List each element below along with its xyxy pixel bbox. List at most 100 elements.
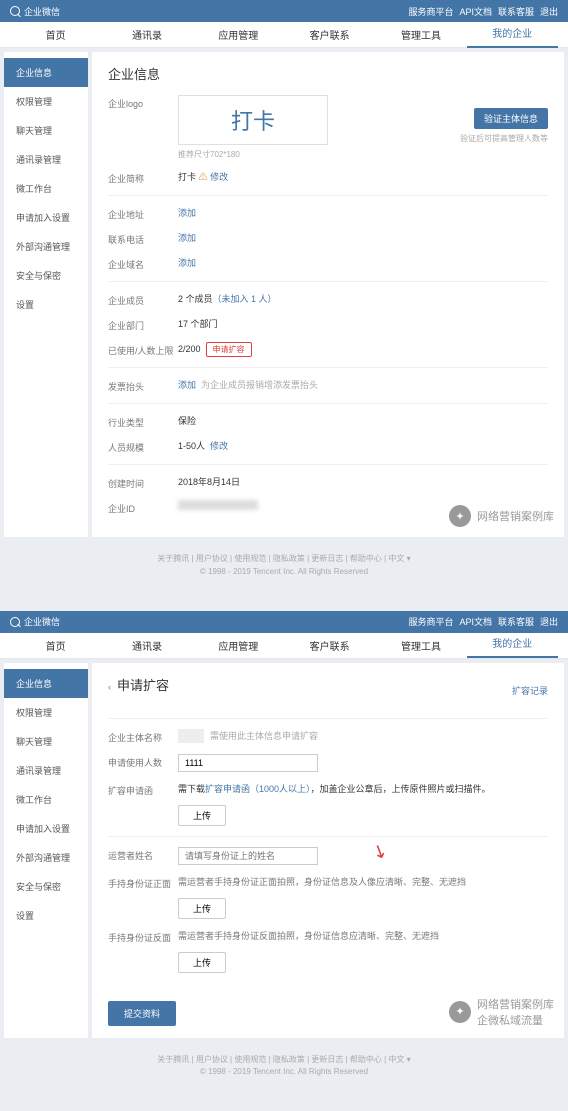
subject-blur xyxy=(178,729,204,743)
wechat-icon: ✦ xyxy=(449,1001,471,1023)
back-icon[interactable]: ‹ xyxy=(108,682,111,692)
logo-preview[interactable]: 打卡 xyxy=(178,95,328,145)
sidebar-settings[interactable]: 设置 xyxy=(4,290,88,319)
footer-links[interactable]: 关于腾讯 | 用户协议 | 使用规范 | 隐私政策 | 更新日志 | 帮助中心 … xyxy=(0,1054,568,1067)
sidebar-contacts-mgmt[interactable]: 通讯录管理 xyxy=(4,756,88,785)
verify-hint: 验证后可提高管理人数等 xyxy=(460,133,548,144)
upload-idback-button[interactable]: 上传 xyxy=(178,952,226,973)
phone-label: 联系电话 xyxy=(108,231,178,246)
upload-letter-button[interactable]: 上传 xyxy=(178,805,226,826)
sidebar-permissions[interactable]: 权限管理 xyxy=(4,698,88,727)
content: 企业信息 验证主体信息 验证后可提高管理人数等 企业logo 打卡 推荐尺寸70… xyxy=(92,52,564,537)
nav-customers[interactable]: 客户联系 xyxy=(284,27,375,42)
brand-icon xyxy=(10,617,20,627)
addr-label: 企业地址 xyxy=(108,206,178,221)
sidebar-company-info[interactable]: 企业信息 xyxy=(4,669,88,698)
sidebar-join[interactable]: 申请加入设置 xyxy=(4,203,88,232)
abbr-label: 企业简称 xyxy=(108,170,178,185)
nav-apps[interactable]: 应用管理 xyxy=(193,27,284,42)
top-link-contact[interactable]: 联系客服 xyxy=(498,615,534,628)
brand-text: 企业微信 xyxy=(24,5,60,18)
letter-post: ，加盖企业公章后，上传原件照片或扫描件。 xyxy=(311,784,491,794)
top-link-sp[interactable]: 服务商平台 xyxy=(408,5,453,18)
nav-contacts[interactable]: 通讯录 xyxy=(101,27,192,42)
industry-value: 保险 xyxy=(178,414,548,427)
wechat-icon: ✦ xyxy=(449,505,471,527)
scale-label: 人员规模 xyxy=(108,439,178,454)
sidebar-join[interactable]: 申请加入设置 xyxy=(4,814,88,843)
sidebar-company-info[interactable]: 企业信息 xyxy=(4,58,88,87)
limit-value: 2/200 xyxy=(178,344,201,354)
depts-label: 企业部门 xyxy=(108,317,178,332)
brand-text: 企业微信 xyxy=(24,615,60,628)
nav-customers[interactable]: 客户联系 xyxy=(284,638,375,653)
addr-add[interactable]: 添加 xyxy=(178,206,548,219)
watermark-2: ✦网络营销案例库企微私域流量 xyxy=(449,996,554,1028)
members-label: 企业成员 xyxy=(108,292,178,307)
operator-label: 运营者姓名 xyxy=(108,847,178,862)
sidebar-chat[interactable]: 聊天管理 xyxy=(4,116,88,145)
sidebar-security[interactable]: 安全与保密 xyxy=(4,261,88,290)
subject-hint: 需使用此主体信息申请扩容 xyxy=(210,731,318,741)
top-link-api[interactable]: API文档 xyxy=(459,615,492,628)
upload-idfront-button[interactable]: 上传 xyxy=(178,898,226,919)
logo-hint: 推荐尺寸702*180 xyxy=(178,149,328,160)
count-input[interactable] xyxy=(178,754,318,772)
watermark: ✦网络营销案例库 xyxy=(449,505,554,527)
main-nav-2: 首页 通讯录 应用管理 客户联系 管理工具 我的企业 xyxy=(0,633,568,659)
letter-link[interactable]: 扩容申请函（1000人以上） xyxy=(205,784,311,794)
records-link[interactable]: 扩容记录 xyxy=(512,684,548,697)
footer-copyright: © 1998 - 2019 Tencent Inc. All Rights Re… xyxy=(0,1066,568,1079)
sidebar-chat[interactable]: 聊天管理 xyxy=(4,727,88,756)
members-join[interactable]: （未加入 1 人） xyxy=(213,294,277,304)
top-link-sp[interactable]: 服务商平台 xyxy=(408,615,453,628)
scale-value: 1-50人 xyxy=(178,441,205,451)
content-2: ‹申请扩容 扩容记录 企业主体名称需使用此主体信息申请扩容 申请使用人数 扩容申… xyxy=(92,663,564,1038)
expand-button[interactable]: 申请扩容 xyxy=(206,342,252,357)
brand-icon xyxy=(10,6,20,16)
nav-home[interactable]: 首页 xyxy=(10,638,101,653)
invoice-add[interactable]: 添加 xyxy=(178,380,196,390)
abbr-change[interactable]: 修改 xyxy=(210,172,228,182)
top-link-contact[interactable]: 联系客服 xyxy=(498,5,534,18)
letter-pre: 需下载 xyxy=(178,784,205,794)
phone-add[interactable]: 添加 xyxy=(178,231,548,244)
top-link-api[interactable]: API文档 xyxy=(459,5,492,18)
top-link-logout[interactable]: 退出 xyxy=(540,5,558,18)
count-label: 申请使用人数 xyxy=(108,754,178,769)
depts-value: 17 个部门 xyxy=(178,317,548,330)
sidebar-settings[interactable]: 设置 xyxy=(4,901,88,930)
top-bar-2: 企业微信 服务商平台 API文档 联系客服 退出 xyxy=(0,611,568,633)
nav-company[interactable]: 我的企业 xyxy=(467,632,558,658)
main-nav: 首页 通讯录 应用管理 客户联系 管理工具 我的企业 xyxy=(0,22,568,48)
sidebar-contacts-mgmt[interactable]: 通讯录管理 xyxy=(4,145,88,174)
footer-links[interactable]: 关于腾讯 | 用户协议 | 使用规范 | 隐私政策 | 更新日志 | 帮助中心 … xyxy=(0,553,568,566)
sidebar-security[interactable]: 安全与保密 xyxy=(4,872,88,901)
verify-button[interactable]: 验证主体信息 xyxy=(474,108,548,129)
sidebar-external[interactable]: 外部沟通管理 xyxy=(4,843,88,872)
nav-tools[interactable]: 管理工具 xyxy=(375,27,466,42)
sidebar-permissions[interactable]: 权限管理 xyxy=(4,87,88,116)
nav-tools[interactable]: 管理工具 xyxy=(375,638,466,653)
sidebar-external[interactable]: 外部沟通管理 xyxy=(4,232,88,261)
members-value: 2 个成员 xyxy=(178,294,213,304)
created-value: 2018年8月14日 xyxy=(178,475,548,488)
domain-add[interactable]: 添加 xyxy=(178,256,548,269)
top-link-logout[interactable]: 退出 xyxy=(540,615,558,628)
footer: 关于腾讯 | 用户协议 | 使用规范 | 隐私政策 | 更新日志 | 帮助中心 … xyxy=(0,541,568,591)
scale-change[interactable]: 修改 xyxy=(210,441,228,451)
nav-company[interactable]: 我的企业 xyxy=(467,22,558,48)
sidebar-2: 企业信息 权限管理 聊天管理 通讯录管理 微工作台 申请加入设置 外部沟通管理 … xyxy=(4,663,88,1038)
nav-contacts[interactable]: 通讯录 xyxy=(101,638,192,653)
footer-copyright: © 1998 - 2019 Tencent Inc. All Rights Re… xyxy=(0,566,568,579)
sidebar-workbench[interactable]: 微工作台 xyxy=(4,174,88,203)
sidebar: 企业信息 权限管理 聊天管理 通讯录管理 微工作台 申请加入设置 外部沟通管理 … xyxy=(4,52,88,537)
submit-button[interactable]: 提交资料 xyxy=(108,1001,176,1026)
nav-apps[interactable]: 应用管理 xyxy=(193,638,284,653)
nav-home[interactable]: 首页 xyxy=(10,27,101,42)
sidebar-workbench[interactable]: 微工作台 xyxy=(4,785,88,814)
industry-label: 行业类型 xyxy=(108,414,178,429)
idback-label: 手持身份证反面 xyxy=(108,929,178,944)
logo-label: 企业logo xyxy=(108,95,178,110)
operator-input[interactable] xyxy=(178,847,318,865)
